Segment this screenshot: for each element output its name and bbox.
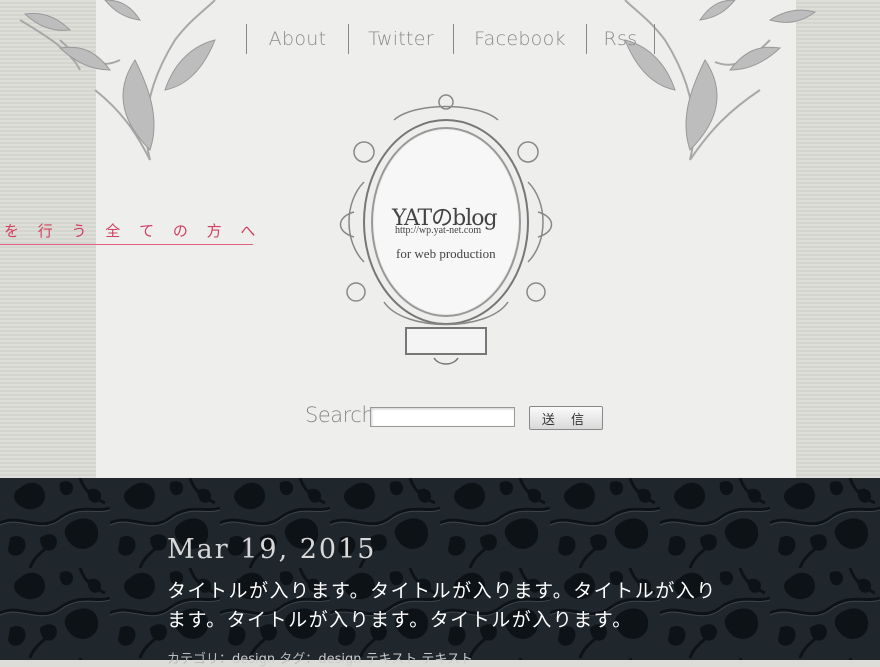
site-tagline: を 行 う 全 て の 方 へ [4, 222, 263, 240]
floral-decoration-left-icon [19, 0, 216, 161]
tagline-underline [0, 244, 253, 245]
logo-url: http://wp.yat-net.com [395, 225, 482, 236]
logo-subtitle: for web production [396, 246, 496, 261]
nav-rss[interactable]: Rss [587, 24, 655, 54]
main-nav: About Twitter Facebook Rss [246, 24, 655, 54]
search-submit-button[interactable]: 送 信 [529, 406, 603, 430]
post-date: Mar 19, 2015 [167, 534, 377, 565]
post-title[interactable]: タイトルが入ります。タイトルが入ります。タイトルが入ります。タイトルが入ります。… [167, 577, 727, 635]
search-input[interactable] [370, 407, 515, 427]
header-area: About Twitter Facebook Rss を 行 う 全 て の 方… [0, 0, 880, 478]
nav-twitter[interactable]: Twitter [349, 24, 454, 54]
nav-about[interactable]: About [247, 24, 349, 54]
search-label: Search [305, 403, 375, 427]
nav-facebook[interactable]: Facebook [454, 24, 587, 54]
post-meta: カテゴリ：design タグ：design テキスト テキスト [167, 648, 473, 667]
